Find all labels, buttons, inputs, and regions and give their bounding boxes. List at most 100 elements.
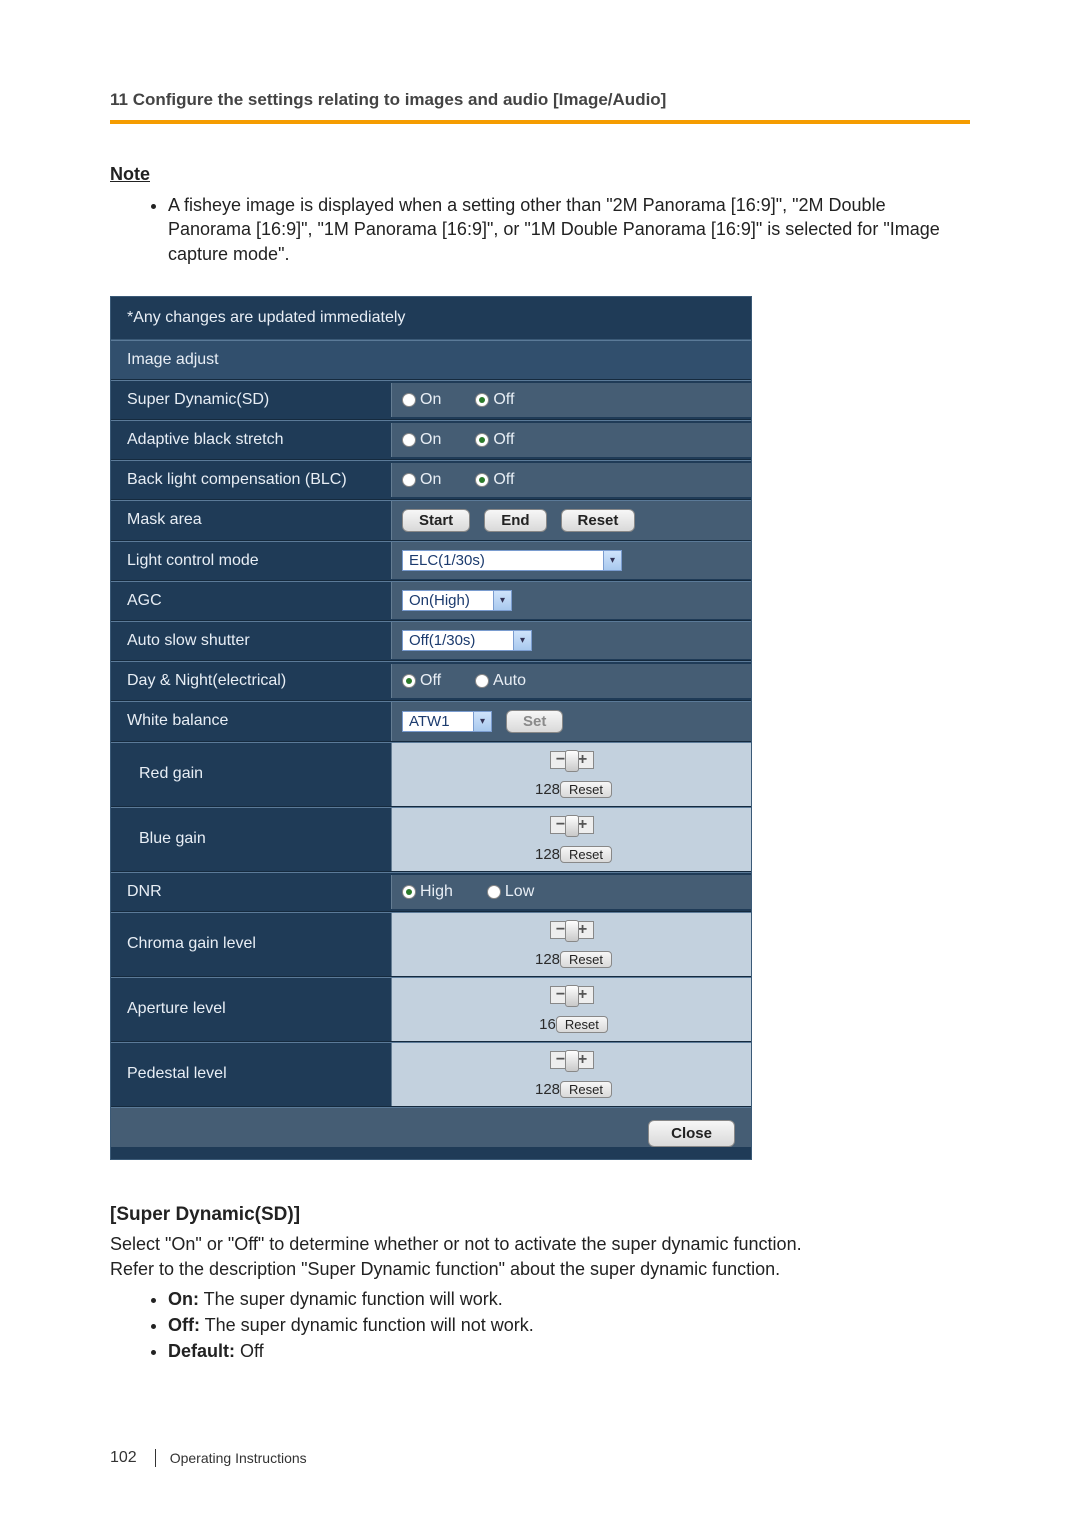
body-text-2: Refer to the description "Super Dynamic … [110, 1257, 970, 1282]
radio-dot-icon [402, 473, 416, 487]
wb-value: ATW1 [409, 713, 450, 730]
label-sd: Super Dynamic(SD) [111, 381, 391, 419]
row-ass: Auto slow shutter Off(1/30s)▾ [111, 621, 751, 661]
radio-abs-on[interactable]: On [402, 431, 441, 449]
chroma-value: 128 [531, 951, 560, 968]
row-dnr: DNR High Low [111, 872, 751, 912]
chapter-header: 11 Configure the settings relating to im… [110, 90, 970, 110]
row-blue: Blue gain − + 128Reset [111, 807, 751, 872]
radio-dn-auto-label: Auto [493, 672, 526, 690]
radio-dnr-low[interactable]: Low [487, 883, 534, 901]
body-text-1: Select "On" or "Off" to determine whethe… [110, 1232, 970, 1257]
opt-off-key: Off: [168, 1315, 200, 1335]
close-button[interactable]: Close [648, 1120, 735, 1147]
radio-dot-icon [475, 393, 489, 407]
radio-dot-icon [475, 674, 489, 688]
option-on: On: The super dynamic function will work… [168, 1286, 970, 1312]
radio-dot-icon [475, 473, 489, 487]
radio-dnr-high[interactable]: High [402, 883, 453, 901]
option-off: Off: The super dynamic function will not… [168, 1312, 970, 1338]
lcm-select[interactable]: ELC(1/30s) ▾ [402, 550, 622, 571]
footer-text: Operating Instructions [170, 1450, 307, 1466]
mask-reset-button[interactable]: Reset [561, 509, 636, 532]
pedestal-reset-button[interactable]: Reset [560, 1081, 612, 1098]
radio-dot-icon [402, 674, 416, 688]
chevron-down-icon: ▾ [603, 551, 621, 570]
ass-select[interactable]: Off(1/30s)▾ [402, 630, 532, 651]
red-reset-button[interactable]: Reset [560, 781, 612, 798]
label-wb: White balance [111, 702, 391, 740]
row-aperture: Aperture level − + 16Reset [111, 977, 751, 1042]
label-lcm: Light control mode [111, 542, 391, 580]
wb-select[interactable]: ATW1▾ [402, 711, 492, 732]
notice-text: *Any changes are updated immediately [111, 297, 751, 340]
row-mask: Mask area Start End Reset [111, 500, 751, 541]
radio-dot-icon [402, 433, 416, 447]
radio-sd-off[interactable]: Off [475, 391, 514, 409]
radio-blc-off[interactable]: Off [475, 471, 514, 489]
radio-dot-icon [487, 885, 501, 899]
mask-start-button[interactable]: Start [402, 509, 470, 532]
aperture-value: 16 [535, 1016, 556, 1033]
label-aperture: Aperture level [111, 990, 391, 1028]
lcm-value: ELC(1/30s) [409, 552, 485, 569]
radio-sd-on-label: On [420, 391, 441, 409]
blue-reset-button[interactable]: Reset [560, 846, 612, 863]
section-heading-sd: [Super Dynamic(SD)] [110, 1204, 970, 1226]
radio-abs-on-label: On [420, 431, 441, 449]
radio-dn-off[interactable]: Off [402, 672, 441, 690]
pedestal-value: 128 [531, 1081, 560, 1098]
radio-dn-off-label: Off [420, 672, 441, 690]
option-list: On: The super dynamic function will work… [150, 1286, 970, 1364]
option-default: Default: Off [168, 1338, 970, 1364]
row-dn: Day & Night(electrical) Off Auto [111, 661, 751, 701]
radio-blc-off-label: Off [493, 471, 514, 489]
row-pedestal: Pedestal level − + 128Reset [111, 1042, 751, 1107]
red-value: 128 [531, 781, 560, 798]
note-item: A fisheye image is displayed when a sett… [168, 193, 970, 266]
row-chroma: Chroma gain level − + 128Reset [111, 912, 751, 977]
label-dnr: DNR [111, 873, 391, 911]
row-wb: White balance ATW1▾ Set [111, 701, 751, 742]
aperture-reset-button[interactable]: Reset [556, 1016, 608, 1033]
slider-thumb-icon [565, 985, 579, 1007]
image-adjust-panel: *Any changes are updated immediately Ima… [110, 296, 752, 1160]
radio-dot-icon [475, 433, 489, 447]
row-red: Red gain − + 128Reset [111, 742, 751, 807]
opt-off-text: The super dynamic function will not work… [200, 1315, 534, 1335]
row-lcm: Light control mode ELC(1/30s) ▾ [111, 541, 751, 581]
label-chroma: Chroma gain level [111, 925, 391, 963]
slider-thumb-icon [565, 750, 579, 772]
chevron-down-icon: ▾ [493, 591, 511, 610]
opt-on-key: On: [168, 1289, 199, 1309]
chroma-reset-button[interactable]: Reset [560, 951, 612, 968]
note-label: Note [110, 164, 970, 185]
radio-dnr-high-label: High [420, 883, 453, 901]
radio-dn-auto[interactable]: Auto [475, 672, 526, 690]
label-red: Red gain [111, 755, 391, 793]
radio-abs-off[interactable]: Off [475, 431, 514, 449]
page-number: 102 [110, 1449, 156, 1467]
mask-end-button[interactable]: End [484, 509, 546, 532]
radio-dot-icon [402, 885, 416, 899]
radio-sd-on[interactable]: On [402, 391, 441, 409]
agc-select[interactable]: On(High) ▾ [402, 590, 512, 611]
row-abs: Adaptive black stretch On Off [111, 420, 751, 460]
section-title: Image adjust [111, 340, 751, 380]
row-blc: Back light compensation (BLC) On Off [111, 460, 751, 500]
accent-rule [110, 120, 970, 124]
agc-value: On(High) [409, 592, 470, 609]
label-ass: Auto slow shutter [111, 622, 391, 660]
chevron-down-icon: ▾ [513, 631, 531, 650]
slider-thumb-icon [565, 815, 579, 837]
label-blue: Blue gain [111, 820, 391, 858]
page-footer: 102 Operating Instructions [110, 1449, 307, 1467]
radio-sd-off-label: Off [493, 391, 514, 409]
radio-dnr-low-label: Low [505, 883, 534, 901]
wb-set-button[interactable]: Set [506, 710, 563, 733]
radio-blc-on[interactable]: On [402, 471, 441, 489]
slider-thumb-icon [565, 1050, 579, 1072]
radio-blc-on-label: On [420, 471, 441, 489]
label-dn: Day & Night(electrical) [111, 662, 391, 700]
opt-def-text: Off [235, 1341, 264, 1361]
